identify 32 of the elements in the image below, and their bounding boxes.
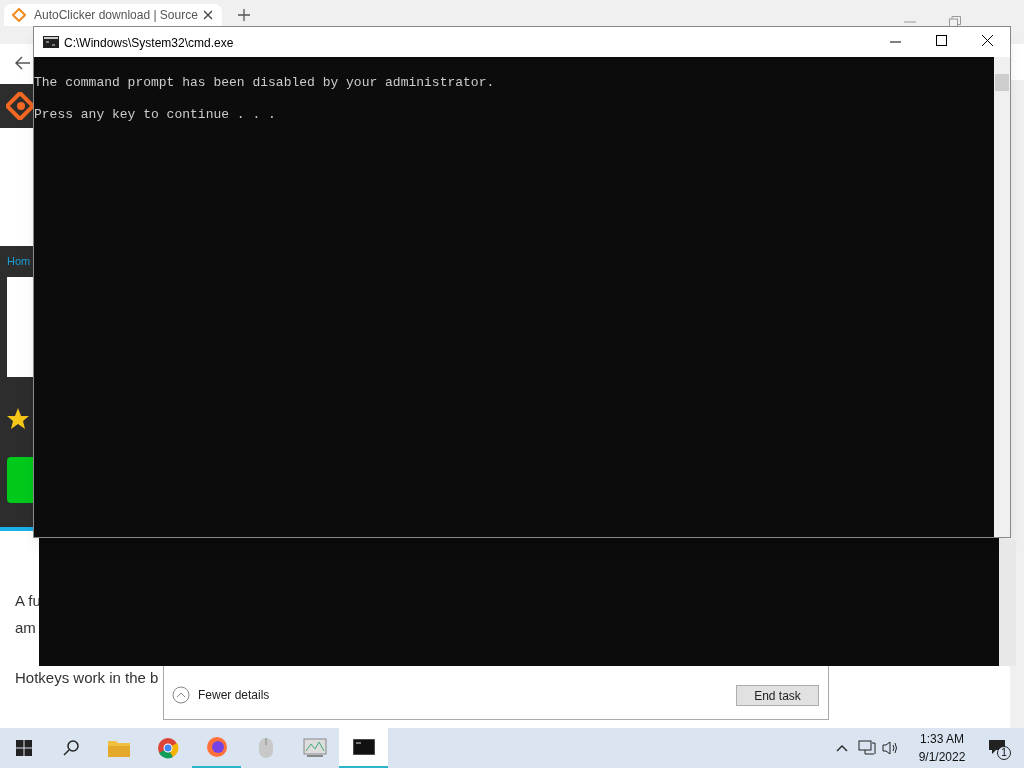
clock[interactable]: 1:33 AM 9/1/2022 bbox=[912, 730, 972, 766]
maximize-icon[interactable] bbox=[936, 35, 947, 46]
console-scrollbar[interactable] bbox=[994, 57, 1010, 537]
console-text: Press any key to continue . . . bbox=[34, 106, 276, 124]
end-task-button[interactable]: End task bbox=[736, 685, 819, 706]
network-icon[interactable] bbox=[858, 740, 876, 756]
chevron-up-icon[interactable] bbox=[836, 744, 848, 752]
paragraph-text: Hotkeys work in the b bbox=[15, 668, 159, 688]
collapse-icon[interactable] bbox=[172, 686, 190, 704]
logo-icon bbox=[6, 92, 34, 120]
back-icon[interactable] bbox=[15, 56, 31, 70]
console-text: The command prompt has been disabled by your administrator. bbox=[34, 74, 495, 92]
star-icon bbox=[6, 407, 30, 431]
close-icon[interactable] bbox=[203, 10, 213, 20]
search-icon[interactable] bbox=[63, 740, 79, 756]
notification-badge: 1 bbox=[997, 746, 1011, 760]
window-title: C:\Windows\System32\cmd.exe bbox=[64, 35, 234, 52]
browser-icon[interactable] bbox=[156, 737, 179, 759]
restore-icon[interactable] bbox=[949, 16, 961, 28]
plus-icon[interactable] bbox=[238, 9, 250, 21]
fewer-details-link[interactable]: Fewer details bbox=[198, 686, 270, 704]
monitor-icon[interactable] bbox=[302, 738, 327, 758]
breadcrumb-link[interactable]: Hom bbox=[7, 253, 31, 270]
diamond-icon bbox=[12, 8, 26, 22]
windows-icon[interactable] bbox=[16, 740, 32, 756]
close-icon[interactable] bbox=[982, 35, 993, 46]
browser-tab[interactable]: AutoClicker download | Source bbox=[4, 4, 222, 26]
browser-icon[interactable] bbox=[205, 736, 228, 758]
volume-icon[interactable] bbox=[882, 740, 900, 756]
console-icon[interactable] bbox=[352, 739, 375, 755]
console-icon bbox=[43, 36, 59, 48]
paragraph-text: am bbox=[15, 618, 36, 638]
